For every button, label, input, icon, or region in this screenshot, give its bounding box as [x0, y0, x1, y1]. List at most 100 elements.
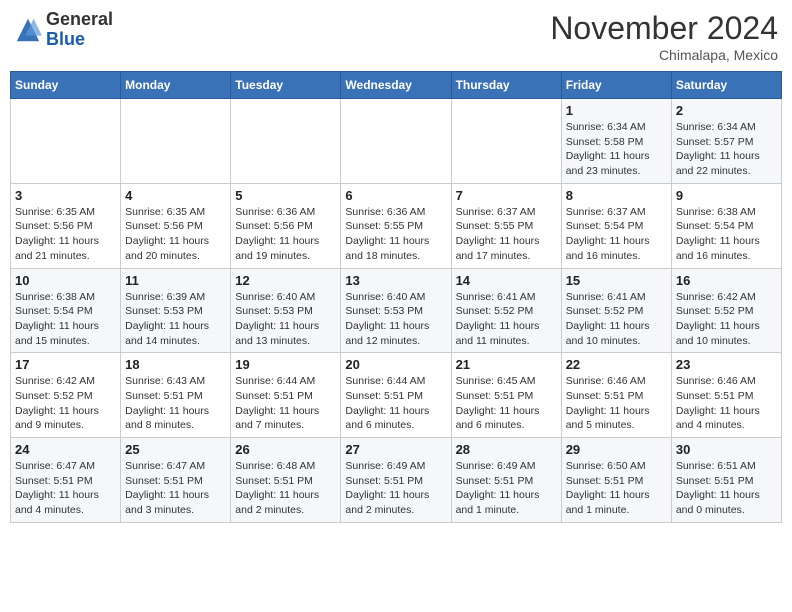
day-number: 27	[345, 442, 446, 457]
day-number: 30	[676, 442, 777, 457]
day-info: Sunrise: 6:34 AM Sunset: 5:58 PM Dayligh…	[566, 120, 667, 179]
day-number: 18	[125, 357, 226, 372]
day-number: 4	[125, 188, 226, 203]
day-number: 25	[125, 442, 226, 457]
day-number: 20	[345, 357, 446, 372]
day-number: 22	[566, 357, 667, 372]
calendar-cell: 21 Sunrise: 6:45 AM Sunset: 5:51 PM Dayli…	[451, 353, 561, 438]
weekday-header-wednesday: Wednesday	[341, 72, 451, 99]
day-number: 17	[15, 357, 116, 372]
calendar-cell: 18 Sunrise: 6:43 AM Sunset: 5:51 PM Dayli…	[121, 353, 231, 438]
day-info: Sunrise: 6:41 AM Sunset: 5:52 PM Dayligh…	[566, 290, 667, 349]
day-number: 7	[456, 188, 557, 203]
weekday-header-row: SundayMondayTuesdayWednesdayThursdayFrid…	[11, 72, 782, 99]
calendar-cell	[341, 99, 451, 184]
day-number: 12	[235, 273, 336, 288]
calendar-cell: 20Sunrise: 6:44 AM Sunset: 5:51 PM Dayli…	[341, 353, 451, 438]
day-number: 5	[235, 188, 336, 203]
day-number: 1	[566, 103, 667, 118]
day-info: Sunrise: 6:46 AM Sunset: 5:51 PM Dayligh…	[566, 374, 667, 433]
calendar-cell: 16Sunrise: 6:42 AM Sunset: 5:52 PM Dayli…	[671, 268, 781, 353]
day-info: Sunrise: 6:40 AM Sunset: 5:53 PM Dayligh…	[345, 290, 446, 349]
day-number: 29	[566, 442, 667, 457]
month-title: November 2024	[550, 10, 778, 47]
calendar-cell	[231, 99, 341, 184]
day-info: Sunrise: 6:42 AM Sunset: 5:52 PM Dayligh…	[15, 374, 116, 433]
weekday-header-sunday: Sunday	[11, 72, 121, 99]
day-info: Sunrise: 6:46 AM Sunset: 5:51 PM Dayligh…	[676, 374, 777, 433]
calendar-cell: 3Sunrise: 6:35 AM Sunset: 5:56 PM Daylig…	[11, 183, 121, 268]
location-subtitle: Chimalapa, Mexico	[550, 47, 778, 63]
day-number: 10	[15, 273, 116, 288]
calendar-week-3: 10 Sunrise: 6:38 AM Sunset: 5:54 PM Dayli…	[11, 268, 782, 353]
weekday-header-thursday: Thursday	[451, 72, 561, 99]
calendar-cell: 28 Sunrise: 6:49 AM Sunset: 5:51 PM Dayli…	[451, 438, 561, 523]
day-number: 6	[345, 188, 446, 203]
day-info: Sunrise: 6:36 AM Sunset: 5:56 PM Dayligh…	[235, 205, 336, 264]
calendar-header: SundayMondayTuesdayWednesdayThursdayFrid…	[11, 72, 782, 99]
calendar-cell: 5 Sunrise: 6:36 AM Sunset: 5:56 PM Daylig…	[231, 183, 341, 268]
day-number: 24	[15, 442, 116, 457]
calendar-cell: 25Sunrise: 6:47 AM Sunset: 5:51 PM Dayli…	[121, 438, 231, 523]
day-number: 8	[566, 188, 667, 203]
calendar-table: SundayMondayTuesdayWednesdayThursdayFrid…	[10, 71, 782, 523]
title-block: November 2024 Chimalapa, Mexico	[550, 10, 778, 63]
day-number: 3	[15, 188, 116, 203]
calendar-cell: 13Sunrise: 6:40 AM Sunset: 5:53 PM Dayli…	[341, 268, 451, 353]
day-number: 14	[456, 273, 557, 288]
day-number: 28	[456, 442, 557, 457]
calendar-cell: 8 Sunrise: 6:37 AM Sunset: 5:54 PM Daylig…	[561, 183, 671, 268]
calendar-cell: 12 Sunrise: 6:40 AM Sunset: 5:53 PM Dayli…	[231, 268, 341, 353]
calendar-cell: 19 Sunrise: 6:44 AM Sunset: 5:51 PM Dayli…	[231, 353, 341, 438]
day-number: 9	[676, 188, 777, 203]
day-info: Sunrise: 6:38 AM Sunset: 5:54 PM Dayligh…	[15, 290, 116, 349]
calendar-cell: 10 Sunrise: 6:38 AM Sunset: 5:54 PM Dayli…	[11, 268, 121, 353]
day-info: Sunrise: 6:49 AM Sunset: 5:51 PM Dayligh…	[456, 459, 557, 518]
day-number: 11	[125, 273, 226, 288]
calendar-cell: 29Sunrise: 6:50 AM Sunset: 5:51 PM Dayli…	[561, 438, 671, 523]
day-info: Sunrise: 6:43 AM Sunset: 5:51 PM Dayligh…	[125, 374, 226, 433]
day-number: 2	[676, 103, 777, 118]
calendar-cell	[11, 99, 121, 184]
calendar-cell: 15 Sunrise: 6:41 AM Sunset: 5:52 PM Dayli…	[561, 268, 671, 353]
weekday-header-friday: Friday	[561, 72, 671, 99]
day-number: 19	[235, 357, 336, 372]
logo-text: General Blue	[46, 10, 113, 50]
logo: General Blue	[14, 10, 113, 50]
day-info: Sunrise: 6:38 AM Sunset: 5:54 PM Dayligh…	[676, 205, 777, 264]
day-info: Sunrise: 6:48 AM Sunset: 5:51 PM Dayligh…	[235, 459, 336, 518]
calendar-cell: 14Sunrise: 6:41 AM Sunset: 5:52 PM Dayli…	[451, 268, 561, 353]
day-number: 26	[235, 442, 336, 457]
calendar-week-5: 24 Sunrise: 6:47 AM Sunset: 5:51 PM Dayli…	[11, 438, 782, 523]
calendar-cell: 22 Sunrise: 6:46 AM Sunset: 5:51 PM Dayli…	[561, 353, 671, 438]
logo-icon	[14, 16, 42, 44]
calendar-week-4: 17 Sunrise: 6:42 AM Sunset: 5:52 PM Dayli…	[11, 353, 782, 438]
day-info: Sunrise: 6:40 AM Sunset: 5:53 PM Dayligh…	[235, 290, 336, 349]
day-number: 15	[566, 273, 667, 288]
calendar-cell: 27 Sunrise: 6:49 AM Sunset: 5:51 PM Dayli…	[341, 438, 451, 523]
day-info: Sunrise: 6:42 AM Sunset: 5:52 PM Dayligh…	[676, 290, 777, 349]
weekday-header-saturday: Saturday	[671, 72, 781, 99]
weekday-header-monday: Monday	[121, 72, 231, 99]
calendar-cell: 7 Sunrise: 6:37 AM Sunset: 5:55 PM Daylig…	[451, 183, 561, 268]
day-info: Sunrise: 6:37 AM Sunset: 5:54 PM Dayligh…	[566, 205, 667, 264]
day-info: Sunrise: 6:45 AM Sunset: 5:51 PM Dayligh…	[456, 374, 557, 433]
day-info: Sunrise: 6:39 AM Sunset: 5:53 PM Dayligh…	[125, 290, 226, 349]
calendar-cell	[451, 99, 561, 184]
day-info: Sunrise: 6:49 AM Sunset: 5:51 PM Dayligh…	[345, 459, 446, 518]
day-info: Sunrise: 6:37 AM Sunset: 5:55 PM Dayligh…	[456, 205, 557, 264]
calendar-week-2: 3 Sunrise: 6:35 AM Sunset: 5:56 PM Daylig…	[11, 183, 782, 268]
calendar-cell: 30Sunrise: 6:51 AM Sunset: 5:51 PM Dayli…	[671, 438, 781, 523]
calendar-cell: 6 Sunrise: 6:36 AM Sunset: 5:55 PM Daylig…	[341, 183, 451, 268]
calendar-cell: 24 Sunrise: 6:47 AM Sunset: 5:51 PM Dayli…	[11, 438, 121, 523]
day-number: 21	[456, 357, 557, 372]
day-info: Sunrise: 6:44 AM Sunset: 5:51 PM Dayligh…	[235, 374, 336, 433]
calendar-cell: 23Sunrise: 6:46 AM Sunset: 5:51 PM Dayli…	[671, 353, 781, 438]
day-info: Sunrise: 6:47 AM Sunset: 5:51 PM Dayligh…	[15, 459, 116, 518]
day-info: Sunrise: 6:36 AM Sunset: 5:55 PM Dayligh…	[345, 205, 446, 264]
day-info: Sunrise: 6:35 AM Sunset: 5:56 PM Dayligh…	[125, 205, 226, 264]
calendar-cell: 26 Sunrise: 6:48 AM Sunset: 5:51 PM Dayli…	[231, 438, 341, 523]
calendar-week-1: 1 Sunrise: 6:34 AM Sunset: 5:58 PM Daylig…	[11, 99, 782, 184]
calendar-cell: 1 Sunrise: 6:34 AM Sunset: 5:58 PM Daylig…	[561, 99, 671, 184]
page-header: General Blue November 2024 Chimalapa, Me…	[10, 10, 782, 63]
